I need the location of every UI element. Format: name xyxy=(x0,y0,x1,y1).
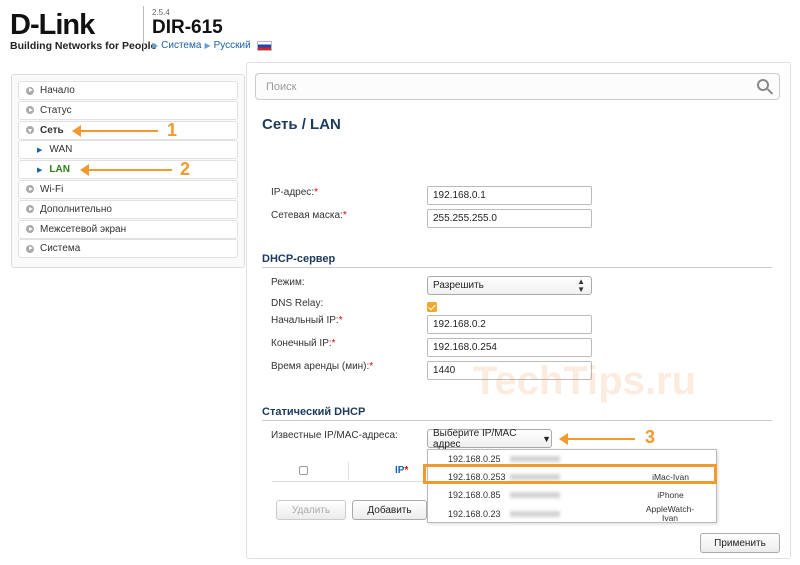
annotation-number-1: 1 xyxy=(167,120,178,140)
expand-icon xyxy=(26,86,34,95)
option-hostname: AppleWatch-Ivan xyxy=(645,504,695,523)
expand-icon xyxy=(26,205,34,214)
system-link[interactable]: Система xyxy=(161,40,201,51)
annotation-arrow-2 xyxy=(80,164,172,176)
ip-mac-select-value: Выберите IP/MAC адрес xyxy=(433,427,517,450)
ip-address-input[interactable] xyxy=(427,186,592,205)
ip-mac-select[interactable]: Выберите IP/MAC адрес ▼ xyxy=(427,427,552,450)
option-hostname: iPhone xyxy=(657,489,684,500)
sidebar-item-status[interactable]: Статус xyxy=(18,100,238,120)
dhcp-section-title: DHCP-сервер xyxy=(262,253,336,265)
dropdown-arrow-icon: ▼ xyxy=(542,433,551,444)
add-button[interactable]: Добавить xyxy=(352,500,427,520)
sidebar-item-label: Дополнительно xyxy=(40,203,112,215)
logo-text: D-Link xyxy=(10,9,95,41)
collapse-icon xyxy=(26,126,34,135)
sidebar-item-wan[interactable]: ▶ WAN xyxy=(18,140,238,160)
mode-label: Режим: xyxy=(271,277,305,288)
sidebar-item-label: Wi-Fi xyxy=(40,183,64,195)
expand-icon xyxy=(26,225,34,234)
sidebar-item-label: LAN xyxy=(49,164,70,176)
option-mac-blurred xyxy=(510,492,560,498)
device-model: DIR-615 xyxy=(152,17,223,38)
option-mac-blurred xyxy=(510,456,560,462)
sidebar-item-advanced[interactable]: Дополнительно xyxy=(18,199,238,219)
dropdown-option[interactable]: 192.168.0.85 iPhone xyxy=(428,486,716,504)
ip-address-label: IP-адрес:* xyxy=(271,187,318,198)
subnet-mask-label: Сетевая маска:* xyxy=(271,210,347,221)
sidebar-item-label: WAN xyxy=(49,144,73,156)
lease-time-label: Время аренды (мин):* xyxy=(271,361,374,372)
expand-icon xyxy=(26,106,34,115)
static-dhcp-section-title: Статический DHCP xyxy=(262,406,366,418)
expand-icon xyxy=(26,244,34,253)
subnet-mask-input[interactable] xyxy=(427,209,592,228)
logo-tagline: Building Networks for People xyxy=(10,40,157,52)
dropdown-option[interactable]: 192.168.0.23 AppleWatch-Ivan xyxy=(428,504,716,524)
section-divider xyxy=(262,420,772,421)
section-divider xyxy=(262,267,772,268)
search-box xyxy=(255,73,780,100)
triangle-right-icon: ▶ xyxy=(152,41,159,50)
sidebar-item-firewall[interactable]: Межсетевой экран xyxy=(18,219,238,239)
techtips-watermark: TechTips.ru xyxy=(473,359,697,403)
mode-value: Разрешить xyxy=(433,280,484,291)
sidebar-menu: Начало Статус Сеть ▶ WAN ▶ LAN Wi-Fi Доп… xyxy=(11,74,245,268)
sidebar-item-wifi[interactable]: Wi-Fi xyxy=(18,179,238,199)
mode-select[interactable]: Разрешить ▲ ▼ xyxy=(427,276,592,295)
sidebar-item-system[interactable]: Система xyxy=(18,239,238,259)
sidebar-item-label: Межсетевой экран xyxy=(40,223,127,235)
annotation-arrow-3 xyxy=(559,433,635,445)
triangle-right-icon: ▶ xyxy=(204,41,211,50)
header-breadcrumb: ▶ Система ▶ Русский xyxy=(152,40,272,51)
dns-relay-checkbox[interactable] xyxy=(427,302,437,312)
delete-button[interactable]: Удалить xyxy=(276,500,346,520)
end-ip-input[interactable] xyxy=(427,338,592,357)
sidebar-item-label: Система xyxy=(40,243,81,255)
header-divider xyxy=(143,6,144,52)
option-mac-blurred xyxy=(510,511,560,517)
search-icon[interactable] xyxy=(757,79,769,91)
apply-button[interactable]: Применить xyxy=(700,533,780,553)
ip-mac-dropdown-list: 192.168.0.25 192.168.0.253 iMac-Ivan 192… xyxy=(427,449,717,523)
annotation-number-2: 2 xyxy=(180,159,191,179)
select-all-checkbox[interactable] xyxy=(299,466,308,475)
expand-icon xyxy=(26,185,34,194)
triangle-right-icon: ▶ xyxy=(37,146,43,154)
language-link[interactable]: Русский xyxy=(214,40,251,51)
annotation-arrow-1 xyxy=(72,125,158,137)
search-input[interactable] xyxy=(256,74,736,99)
firmware-version: 2.5.4 xyxy=(152,8,170,17)
end-ip-label: Конечный IP:* xyxy=(271,338,336,349)
start-ip-input[interactable] xyxy=(427,315,592,334)
option-ip: 192.168.0.25 xyxy=(448,454,501,464)
option-ip: 192.168.0.85 xyxy=(448,490,501,500)
page-title: Сеть / LAN xyxy=(262,116,341,133)
start-ip-label: Начальный IP:* xyxy=(271,315,343,326)
known-addresses-label: Известные IP/MAC-адреса: xyxy=(271,430,398,441)
column-header-ip: IP* xyxy=(395,465,409,476)
dns-relay-label: DNS Relay: xyxy=(271,298,324,309)
dlink-logo: D-Link Building Networks for People xyxy=(10,10,156,52)
sidebar-item-label: Статус xyxy=(40,104,72,116)
russian-flag-icon[interactable] xyxy=(256,40,272,51)
main-panel: Сеть / LAN IP-адрес:* Сетевая маска:* DH… xyxy=(246,62,791,559)
highlight-box xyxy=(423,464,717,484)
column-divider xyxy=(348,462,349,480)
sidebar-item-label: Сеть xyxy=(40,124,64,136)
annotation-number-3: 3 xyxy=(645,427,656,447)
triangle-right-icon: ▶ xyxy=(37,166,43,174)
up-down-arrows-icon: ▲ ▼ xyxy=(577,277,585,294)
option-ip: 192.168.0.23 xyxy=(448,509,501,519)
sidebar-item-label: Начало xyxy=(40,85,75,96)
sidebar-item-start[interactable]: Начало xyxy=(18,81,238,100)
